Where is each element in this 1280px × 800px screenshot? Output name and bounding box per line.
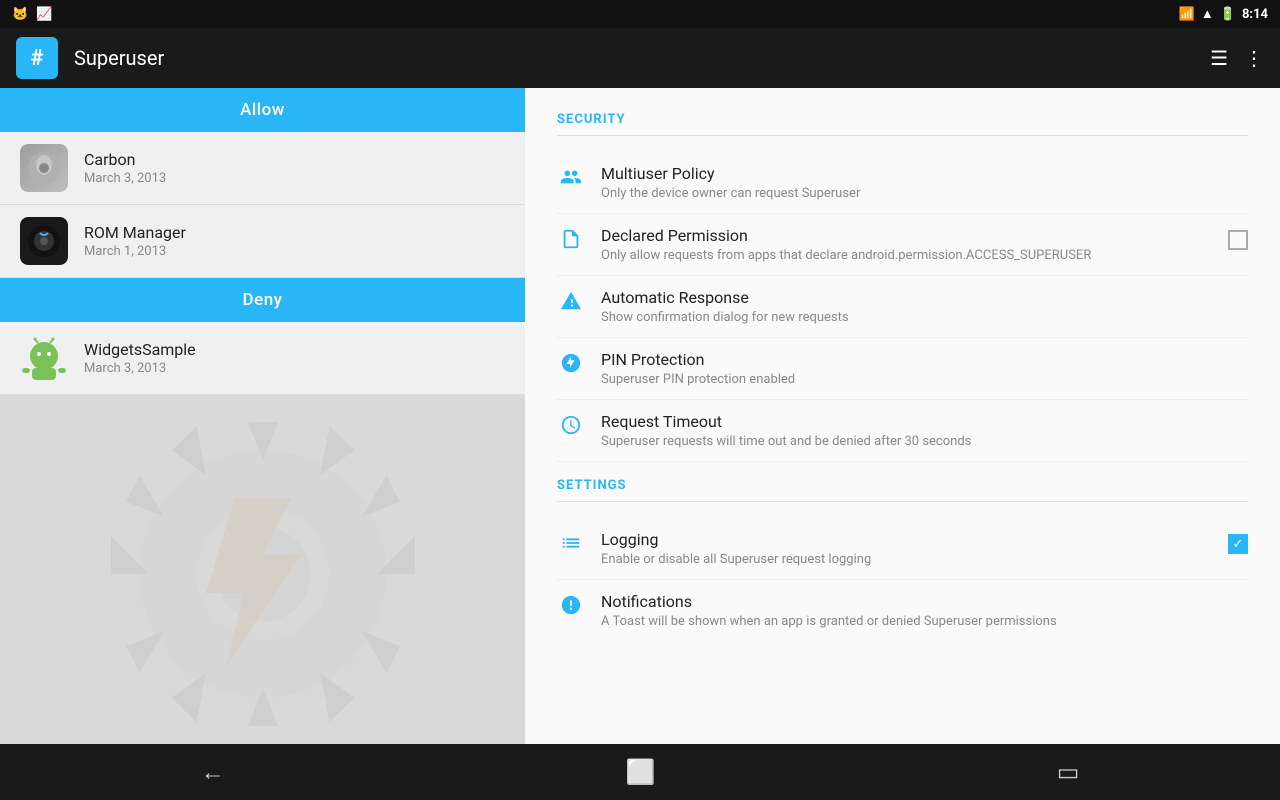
status-time: 8:14 xyxy=(1242,7,1268,22)
pin-protection-content: PIN Protection Superuser PIN protection … xyxy=(601,350,1248,387)
trending-icon: 📈 xyxy=(36,7,52,22)
declared-permission-item[interactable]: Declared Permission Only allow requests … xyxy=(557,214,1248,276)
automatic-response-item[interactable]: Automatic Response Show confirmation dia… xyxy=(557,276,1248,338)
multiuser-policy-item[interactable]: Multiuser Policy Only the device owner c… xyxy=(557,152,1248,214)
pin-protection-icon xyxy=(557,352,585,380)
automatic-response-icon xyxy=(557,290,585,318)
home-button[interactable]: ⬜ xyxy=(626,758,656,786)
widgets-app-name: WidgetsSample xyxy=(84,340,196,359)
multiuser-icon xyxy=(557,166,585,194)
declared-permission-title: Declared Permission xyxy=(601,226,1212,245)
app-bar: # Superuser ☰ ⋮ xyxy=(0,28,1280,88)
status-bar: 🐱 📈 📶 ▲ 🔋 8:14 xyxy=(0,0,1280,28)
notifications-icon xyxy=(557,594,585,622)
overflow-menu-icon[interactable]: ⋮ xyxy=(1244,46,1264,70)
cat-icon: 🐱 xyxy=(12,7,28,22)
security-divider xyxy=(557,135,1248,136)
back-button[interactable]: ← xyxy=(201,758,225,787)
app-logo: # xyxy=(16,37,58,79)
watermark-gear xyxy=(73,384,453,744)
request-timeout-icon xyxy=(557,414,585,442)
logging-checkbox[interactable]: ✓ xyxy=(1228,534,1248,554)
carbon-icon-graphic xyxy=(20,144,68,192)
right-panel: SECURITY Multiuser Policy Only the devic… xyxy=(525,88,1280,744)
notifications-subtitle: A Toast will be shown when an app is gra… xyxy=(601,614,1248,629)
logging-item[interactable]: Logging Enable or disable all Superuser … xyxy=(557,518,1248,580)
multiuser-content: Multiuser Policy Only the device owner c… xyxy=(601,164,1248,201)
widget-icon-graphic xyxy=(20,334,68,382)
automatic-response-subtitle: Show confirmation dialog for new request… xyxy=(601,310,1248,325)
logging-content: Logging Enable or disable all Superuser … xyxy=(601,530,1212,567)
widgets-app-info: WidgetsSample March 3, 2013 xyxy=(84,340,196,376)
request-timeout-title: Request Timeout xyxy=(601,412,1248,431)
rom-manager-app-info: ROM Manager March 1, 2013 xyxy=(84,223,186,259)
automatic-response-content: Automatic Response Show confirmation dia… xyxy=(601,288,1248,325)
app-bar-actions: ☰ ⋮ xyxy=(1210,46,1264,70)
declared-permission-content: Declared Permission Only allow requests … xyxy=(601,226,1212,263)
menu-lines-icon[interactable]: ☰ xyxy=(1210,46,1228,70)
security-section-title: SECURITY xyxy=(557,112,1248,127)
request-timeout-subtitle: Superuser requests will time out and be … xyxy=(601,434,1248,449)
allow-label: Allow xyxy=(240,100,285,120)
pin-protection-item[interactable]: PIN Protection Superuser PIN protection … xyxy=(557,338,1248,400)
declared-permission-checkbox[interactable] xyxy=(1228,230,1248,250)
signal-icon: 📶 xyxy=(1179,7,1195,22)
nav-bar: ← ⬜ ▭ xyxy=(0,744,1280,800)
pin-protection-title: PIN Protection xyxy=(601,350,1248,369)
carbon-app-info: Carbon March 3, 2013 xyxy=(84,150,166,186)
multiuser-subtitle: Only the device owner can request Superu… xyxy=(601,186,1248,201)
allow-section-header: Allow xyxy=(0,88,525,132)
logging-title: Logging xyxy=(601,530,1212,549)
notifications-title: Notifications xyxy=(601,592,1248,611)
request-timeout-content: Request Timeout Superuser requests will … xyxy=(601,412,1248,449)
battery-icon: 🔋 xyxy=(1220,7,1236,22)
pin-protection-subtitle: Superuser PIN protection enabled xyxy=(601,372,1248,387)
app-logo-symbol: # xyxy=(30,46,43,71)
app-title: Superuser xyxy=(74,46,1194,70)
widgets-app-icon xyxy=(20,334,68,382)
logging-subtitle: Enable or disable all Superuser request … xyxy=(601,552,1212,567)
rom-manager-app-date: March 1, 2013 xyxy=(84,244,186,259)
declared-permission-subtitle: Only allow requests from apps that decla… xyxy=(601,248,1212,263)
content-area: Allow Carbon March 3, 2013 xyxy=(0,88,1280,744)
settings-section-title: SETTINGS xyxy=(557,478,1248,493)
settings-divider xyxy=(557,501,1248,502)
left-panel: Allow Carbon March 3, 2013 xyxy=(0,88,525,744)
carbon-app-icon xyxy=(20,144,68,192)
rom-manager-app-name: ROM Manager xyxy=(84,223,186,242)
automatic-response-title: Automatic Response xyxy=(601,288,1248,307)
rom-manager-app-icon xyxy=(20,217,68,265)
deny-section-header: Deny xyxy=(0,278,525,322)
declared-permission-icon xyxy=(557,228,585,256)
carbon-app-name: Carbon xyxy=(84,150,166,169)
status-bar-left: 🐱 📈 xyxy=(12,7,52,22)
notifications-content: Notifications A Toast will be shown when… xyxy=(601,592,1248,629)
logging-icon xyxy=(557,532,585,560)
list-item[interactable]: WidgetsSample March 3, 2013 xyxy=(0,322,525,395)
wifi-icon: ▲ xyxy=(1201,6,1214,22)
carbon-app-date: March 3, 2013 xyxy=(84,171,166,186)
status-bar-right: 📶 ▲ 🔋 8:14 xyxy=(1179,6,1268,22)
recents-button[interactable]: ▭ xyxy=(1057,758,1080,786)
list-item[interactable]: ROM Manager March 1, 2013 xyxy=(0,205,525,278)
list-item[interactable]: Carbon March 3, 2013 xyxy=(0,132,525,205)
notifications-item[interactable]: Notifications A Toast will be shown when… xyxy=(557,580,1248,641)
rom-icon-graphic xyxy=(20,217,68,265)
request-timeout-item[interactable]: Request Timeout Superuser requests will … xyxy=(557,400,1248,462)
multiuser-title: Multiuser Policy xyxy=(601,164,1248,183)
deny-label: Deny xyxy=(243,290,283,310)
widgets-app-date: March 3, 2013 xyxy=(84,361,196,376)
